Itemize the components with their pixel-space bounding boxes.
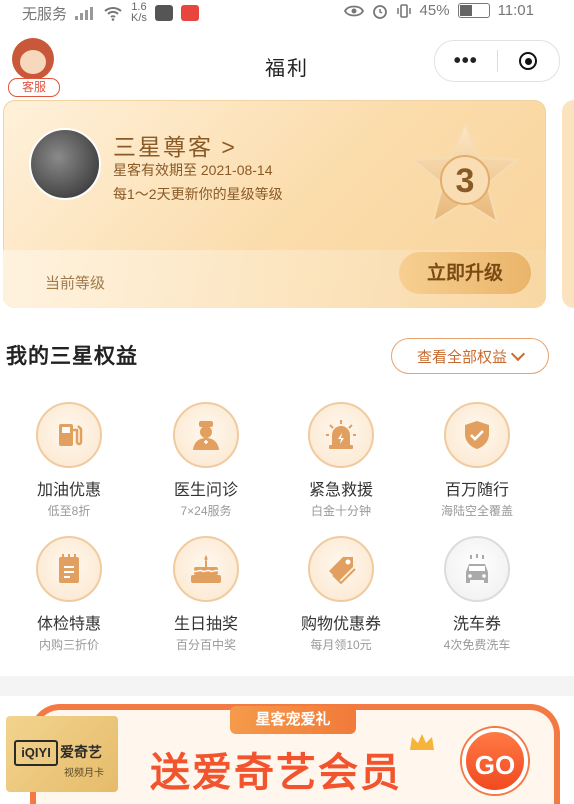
benefit-subtitle: 低至8折 <box>47 504 91 518</box>
star-level-number: 3 <box>456 162 475 200</box>
benefit-item-birthday[interactable]: 生日抽奖 百分百中奖 <box>141 536 271 653</box>
signal-icon <box>75 6 95 20</box>
upgrade-now-button[interactable]: 立即升级 <box>399 252 531 294</box>
crown-icon <box>410 734 434 750</box>
iqiyi-brand: 爱奇艺 <box>60 744 102 760</box>
status-bar: 无服务 1.6 K/s 45% 11:01 <box>0 0 574 26</box>
benefit-item-fuel[interactable]: 加油优惠 低至8折 <box>4 402 134 519</box>
benefit-subtitle: 4次免费洗车 <box>443 638 511 652</box>
benefit-item-coupon[interactable]: 购物优惠券 每月领10元 <box>276 536 406 653</box>
user-avatar[interactable] <box>29 128 101 200</box>
chevron-down-icon <box>510 346 526 362</box>
cake-icon <box>173 536 239 602</box>
clock: 11:01 <box>497 2 534 19</box>
benefits-section-title: 我的三星权益 <box>6 345 138 368</box>
tag-icon <box>308 536 374 602</box>
benefit-subtitle: 白金十分钟 <box>310 504 371 518</box>
benefit-name: 医生问诊 <box>173 482 238 499</box>
wifi-icon <box>104 7 122 21</box>
member-level-card[interactable]: 三星尊客 > 星客有效期至 2021-08-14 每1～2天更新你的星级等级 3… <box>3 100 546 308</box>
doctor-icon <box>173 402 239 468</box>
nav-bar: 客服 福利 ••• <box>0 26 574 100</box>
current-level-label: 当前等级 <box>45 275 106 292</box>
iqiyi-logo: iQIYI <box>14 740 58 766</box>
carrier-label: 无服务 <box>22 5 68 23</box>
promo-tag: 星客宠爱礼 <box>230 706 356 734</box>
benefit-name: 洗车券 <box>452 616 501 633</box>
car-wash-icon <box>444 536 510 602</box>
eye-icon <box>343 5 364 16</box>
app-notification-icon-red <box>180 5 199 21</box>
vibrate-icon <box>396 3 411 18</box>
benefit-subtitle: 7×24服务 <box>180 504 232 518</box>
benefit-name: 购物优惠券 <box>300 616 381 633</box>
benefit-item-doctor[interactable]: 医生问诊 7×24服务 <box>141 402 271 519</box>
siren-icon <box>308 402 374 468</box>
miniprogram-capsule: ••• <box>434 40 560 82</box>
battery-percent: 45% <box>419 2 450 19</box>
star-level-badge-icon: 3 <box>410 122 520 225</box>
section-divider <box>0 676 574 696</box>
benefit-name: 体检特惠 <box>36 616 101 633</box>
member-level-title[interactable]: 三星尊客 > <box>113 128 237 162</box>
benefit-subtitle: 海陆空全覆盖 <box>440 504 513 518</box>
iqiyi-card-type: 视频月卡 <box>64 768 104 779</box>
iqiyi-card-image: iQIYI 爱奇艺 视频月卡 <box>6 716 118 792</box>
benefit-item-carwash[interactable]: 洗车券 4次免费洗车 <box>412 536 542 653</box>
app-notification-icon <box>154 5 173 21</box>
view-all-benefits-button[interactable]: 查看全部权益 <box>391 338 549 374</box>
benefit-name: 百万随行 <box>444 482 509 499</box>
benefit-subtitle: 百分百中奖 <box>175 638 236 652</box>
benefit-item-checkup[interactable]: 体检特惠 内购三折价 <box>4 536 134 653</box>
promo-headline: 送爱奇艺会员 <box>150 751 402 795</box>
view-all-label: 查看全部权益 <box>416 348 507 366</box>
membership-validity: 星客有效期至 2021-08-14 <box>113 162 273 178</box>
benefit-item-insurance[interactable]: 百万随行 海陆空全覆盖 <box>412 402 542 519</box>
close-target-icon <box>519 52 538 70</box>
benefit-subtitle: 每月领10元 <box>310 638 372 652</box>
go-button[interactable]: GO <box>462 728 528 794</box>
level-update-note: 每1～2天更新你的星级等级 <box>113 186 283 202</box>
shield-check-icon <box>444 402 510 468</box>
close-button[interactable] <box>497 52 559 70</box>
notebook-icon <box>36 536 102 602</box>
benefit-name: 加油优惠 <box>36 482 101 499</box>
more-button[interactable]: ••• <box>435 50 497 73</box>
benefit-name: 紧急救援 <box>308 482 373 499</box>
fuel-pump-icon <box>36 402 102 468</box>
next-card-peek[interactable] <box>562 100 574 308</box>
benefit-subtitle: 内购三折价 <box>38 638 99 652</box>
network-speed: 1.6 K/s <box>131 1 147 24</box>
battery-icon <box>457 3 490 18</box>
benefit-item-rescue[interactable]: 紧急救援 白金十分钟 <box>276 402 406 519</box>
alarm-icon <box>372 4 387 19</box>
benefit-name: 生日抽奖 <box>173 616 238 633</box>
